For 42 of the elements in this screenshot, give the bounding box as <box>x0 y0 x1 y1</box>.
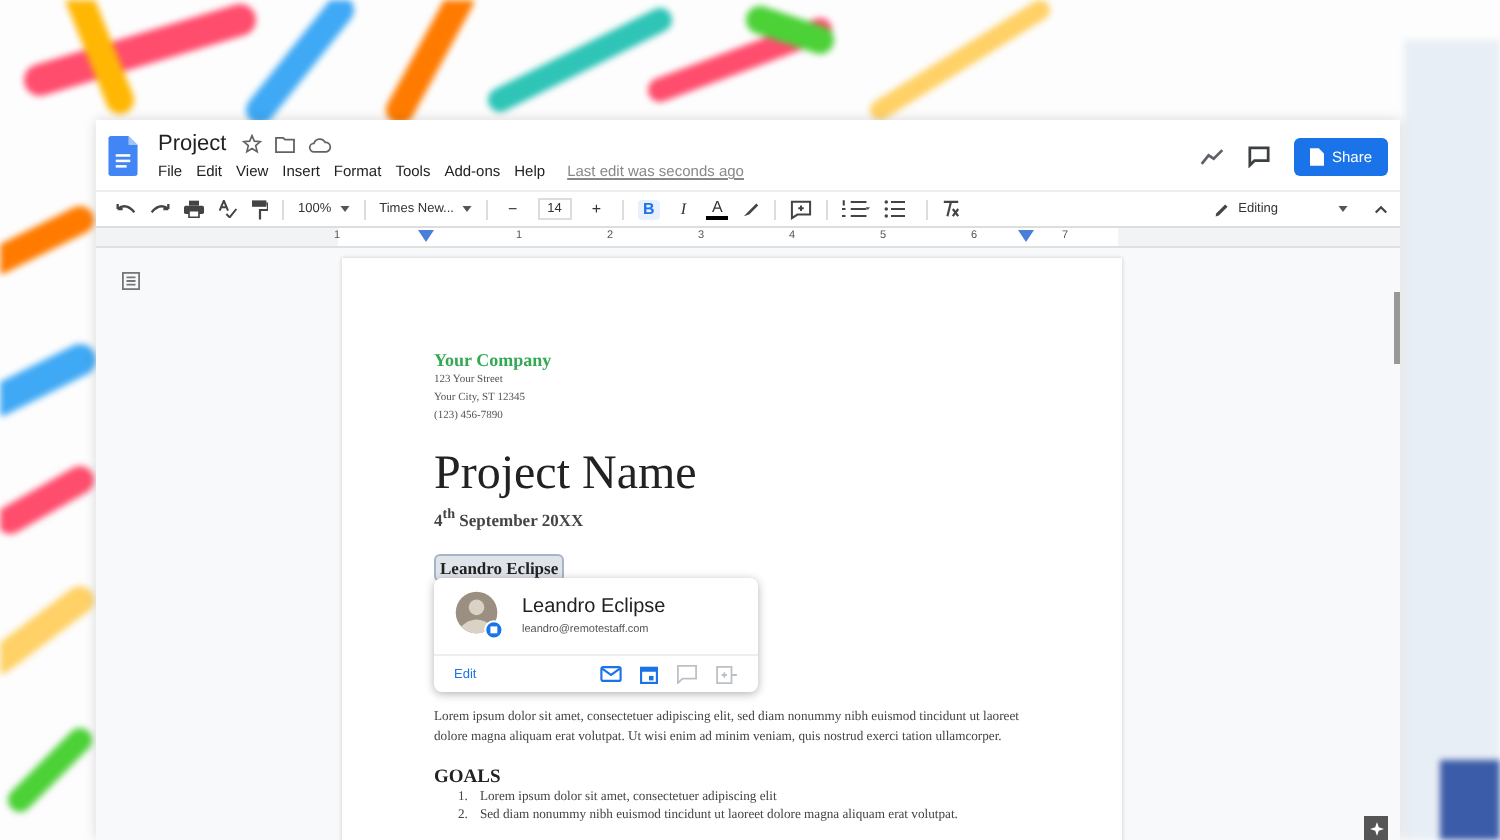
add-comment-icon[interactable] <box>790 199 813 219</box>
caret-icon <box>461 206 472 212</box>
comment-icon[interactable] <box>1247 145 1270 167</box>
person-chip[interactable]: Leandro Eclipse <box>434 553 565 582</box>
redo-icon[interactable] <box>150 202 170 216</box>
bold-button[interactable]: B <box>637 199 661 219</box>
scrollbar-thumb[interactable] <box>1394 292 1400 364</box>
caret-icon <box>1338 206 1348 212</box>
explore-button[interactable] <box>1364 816 1388 840</box>
avatar-icon <box>454 590 506 642</box>
folder-icon[interactable] <box>274 135 297 153</box>
numbered-list-icon[interactable] <box>842 200 871 218</box>
paint-roller-icon[interactable] <box>252 199 268 219</box>
sparkle-icon <box>1369 821 1383 835</box>
star-icon[interactable] <box>242 134 263 154</box>
contact-name: Leandro Eclipse <box>522 596 666 618</box>
collapse-icon[interactable] <box>1374 204 1388 214</box>
section-heading: GOALS <box>434 767 503 788</box>
pencil-icon <box>1214 201 1231 217</box>
document-icon <box>1309 147 1324 165</box>
document-logo-icon[interactable] <box>108 136 138 176</box>
caret-icon <box>339 206 350 212</box>
company-name: Your Company <box>434 350 554 372</box>
clear-formatting-icon[interactable] <box>942 200 961 218</box>
calendar-icon[interactable] <box>640 665 658 683</box>
date-line: 4$^{th}$ September 20XX <box>434 506 586 530</box>
document-outline-icon[interactable] <box>122 272 140 290</box>
decrease-size-button[interactable]: − <box>501 199 524 219</box>
document-title[interactable]: Project <box>158 132 227 156</box>
cloud-icon[interactable] <box>308 135 333 153</box>
print-icon[interactable] <box>184 200 204 218</box>
indent-marker-icon[interactable] <box>1018 230 1034 242</box>
mail-icon[interactable] <box>600 666 622 682</box>
highlighter-icon[interactable] <box>742 200 761 218</box>
indent-marker-icon[interactable] <box>418 230 434 242</box>
project-title: Project Name <box>434 446 699 502</box>
trend-line-icon[interactable] <box>1199 147 1224 165</box>
text-color-button[interactable]: A <box>705 198 729 220</box>
undo-icon[interactable] <box>116 202 136 216</box>
increase-size-button[interactable]: + <box>585 199 608 219</box>
spellcheck-icon[interactable] <box>218 200 238 218</box>
italic-button[interactable]: I <box>674 199 692 219</box>
